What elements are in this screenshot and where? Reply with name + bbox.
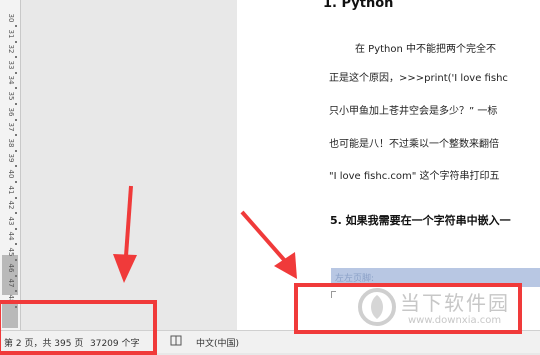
annotation-arrows <box>113 185 297 283</box>
arrow-down-icon <box>113 185 137 283</box>
arrow-diagonal-icon <box>240 210 297 279</box>
